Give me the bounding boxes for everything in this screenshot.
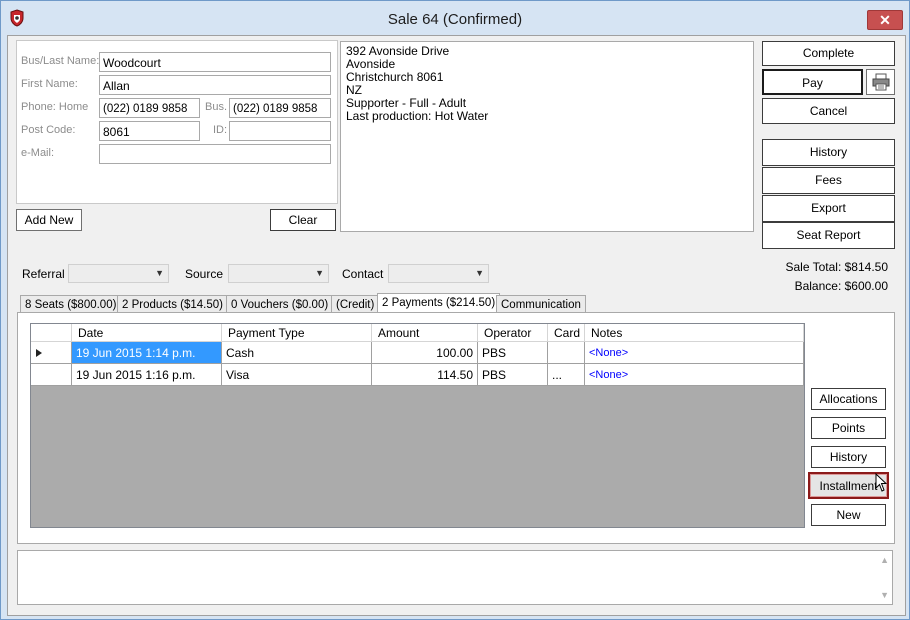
payment-operator[interactable]: PBS <box>478 342 548 364</box>
address-line: 392 Avonside Drive <box>346 44 450 58</box>
referral-label: Referral <box>22 267 65 281</box>
complete-button[interactable]: Complete <box>762 41 895 66</box>
allocations-button[interactable]: Allocations <box>811 388 886 410</box>
payment-notes[interactable]: <None> <box>585 364 804 386</box>
cancel-button[interactable]: Cancel <box>762 98 895 124</box>
table-row[interactable]: 19 Jun 2015 1:16 p.m. Visa 114.50 PBS ..… <box>31 364 804 386</box>
column-header-notes[interactable]: Notes <box>585 324 804 342</box>
add-new-button[interactable]: Add New <box>16 209 82 231</box>
payment-operator[interactable]: PBS <box>478 364 548 386</box>
contact-label: Contact <box>342 267 384 281</box>
balance: Balance: $600.00 <box>794 279 888 293</box>
column-header-amount[interactable]: Amount <box>372 324 478 342</box>
tab-products[interactable]: 2 Products ($14.50) <box>117 295 229 313</box>
payments-panel: Date Payment Type Amount Operator Card N… <box>17 312 895 544</box>
phone-home-field[interactable]: (022) 0189 9858 <box>99 98 200 118</box>
clear-button[interactable]: Clear <box>270 209 336 231</box>
table-row[interactable]: 19 Jun 2015 1:14 p.m. Cash 100.00 PBS <N… <box>31 342 804 364</box>
payment-card[interactable] <box>548 342 585 364</box>
payment-type[interactable]: Visa <box>222 364 372 386</box>
address-line: Christchurch 8061 <box>346 70 444 84</box>
payment-card[interactable]: ... <box>548 364 585 386</box>
payment-date[interactable]: 19 Jun 2015 1:16 p.m. <box>72 364 222 386</box>
scroll-down-icon[interactable]: ▼ <box>880 590 889 600</box>
notes-textarea[interactable]: ▲ ▼ <box>17 550 893 605</box>
row-pointer-icon <box>36 349 42 357</box>
pay-button[interactable]: Pay <box>762 69 863 95</box>
chevron-down-icon: ▼ <box>155 268 164 278</box>
mouse-pointer-icon <box>875 473 888 492</box>
row-header-corner <box>31 324 72 342</box>
points-button[interactable]: Points <box>811 417 886 439</box>
email-field[interactable] <box>99 144 331 164</box>
export-button[interactable]: Export <box>762 195 895 222</box>
seat-report-button[interactable]: Seat Report <box>762 222 895 249</box>
scroll-up-icon[interactable]: ▲ <box>880 555 889 565</box>
phone-home-label: Phone: Home <box>21 101 89 113</box>
tab-seats[interactable]: 8 Seats ($800.00) <box>20 295 122 313</box>
tab-communication[interactable]: Communication <box>496 295 586 313</box>
grid-header: Date Payment Type Amount Operator Card N… <box>31 324 804 342</box>
sale-window: Sale 64 (Confirmed) ✕ Bus/Last Name: Woo… <box>0 0 910 620</box>
payment-amount[interactable]: 114.50 <box>372 364 478 386</box>
id-field[interactable] <box>229 121 331 141</box>
email-label: e-Mail: <box>21 147 55 159</box>
print-button[interactable] <box>866 69 895 95</box>
payment-date[interactable]: 19 Jun 2015 1:14 p.m. <box>72 342 222 364</box>
contact-dropdown[interactable]: ▼ <box>388 264 489 283</box>
window-title: Sale 64 (Confirmed) <box>387 11 523 28</box>
address-line: Last production: Hot Water <box>346 109 489 123</box>
title-bar: Sale 64 (Confirmed) ✕ <box>1 1 909 35</box>
phone-bus-field[interactable]: (022) 0189 9858 <box>229 98 331 118</box>
source-dropdown[interactable]: ▼ <box>228 264 329 283</box>
phone-bus-label: Bus. <box>205 101 228 113</box>
chevron-down-icon: ▼ <box>315 268 324 278</box>
close-button[interactable]: ✕ <box>867 10 903 30</box>
column-header-operator[interactable]: Operator <box>478 324 548 342</box>
tab-payments[interactable]: 2 Payments ($214.50) <box>377 293 501 314</box>
column-header-payment-type[interactable]: Payment Type <box>222 324 372 342</box>
column-header-date[interactable]: Date <box>72 324 222 342</box>
payment-history-button[interactable]: History <box>811 446 886 468</box>
row-indicator[interactable] <box>31 342 72 364</box>
source-label: Source <box>185 267 224 281</box>
fees-button[interactable]: Fees <box>762 167 895 194</box>
sale-total: Sale Total: $814.50 <box>785 260 888 274</box>
post-code-field[interactable]: 8061 <box>99 121 200 141</box>
first-name-field[interactable]: Allan <box>99 75 331 95</box>
tab-credit[interactable]: (Credit) <box>331 295 380 313</box>
post-code-label: Post Code: <box>21 124 76 136</box>
last-name-label: Bus/Last Name: <box>21 55 100 67</box>
tab-vouchers[interactable]: 0 Vouchers ($0.00) <box>226 295 334 313</box>
history-button[interactable]: History <box>762 139 895 166</box>
referral-dropdown[interactable]: ▼ <box>68 264 169 283</box>
payment-notes[interactable]: <None> <box>585 342 804 364</box>
column-header-card[interactable]: Card <box>548 324 585 342</box>
customer-address: 392 Avonside Drive Avonside Christchurch… <box>340 41 754 232</box>
row-indicator[interactable] <box>31 364 72 386</box>
payments-grid[interactable]: Date Payment Type Amount Operator Card N… <box>30 323 805 528</box>
printer-icon <box>872 73 889 91</box>
first-name-label: First Name: <box>21 78 78 90</box>
customer-panel: Bus/Last Name: Woodcourt First Name: All… <box>16 40 338 204</box>
payment-type[interactable]: Cash <box>222 342 372 364</box>
id-label: ID: <box>213 124 228 136</box>
last-name-field[interactable]: Woodcourt <box>99 52 331 72</box>
payment-amount[interactable]: 100.00 <box>372 342 478 364</box>
chevron-down-icon: ▼ <box>475 268 484 278</box>
new-payment-button[interactable]: New <box>811 504 886 526</box>
sale-content: Bus/Last Name: Woodcourt First Name: All… <box>7 35 906 616</box>
